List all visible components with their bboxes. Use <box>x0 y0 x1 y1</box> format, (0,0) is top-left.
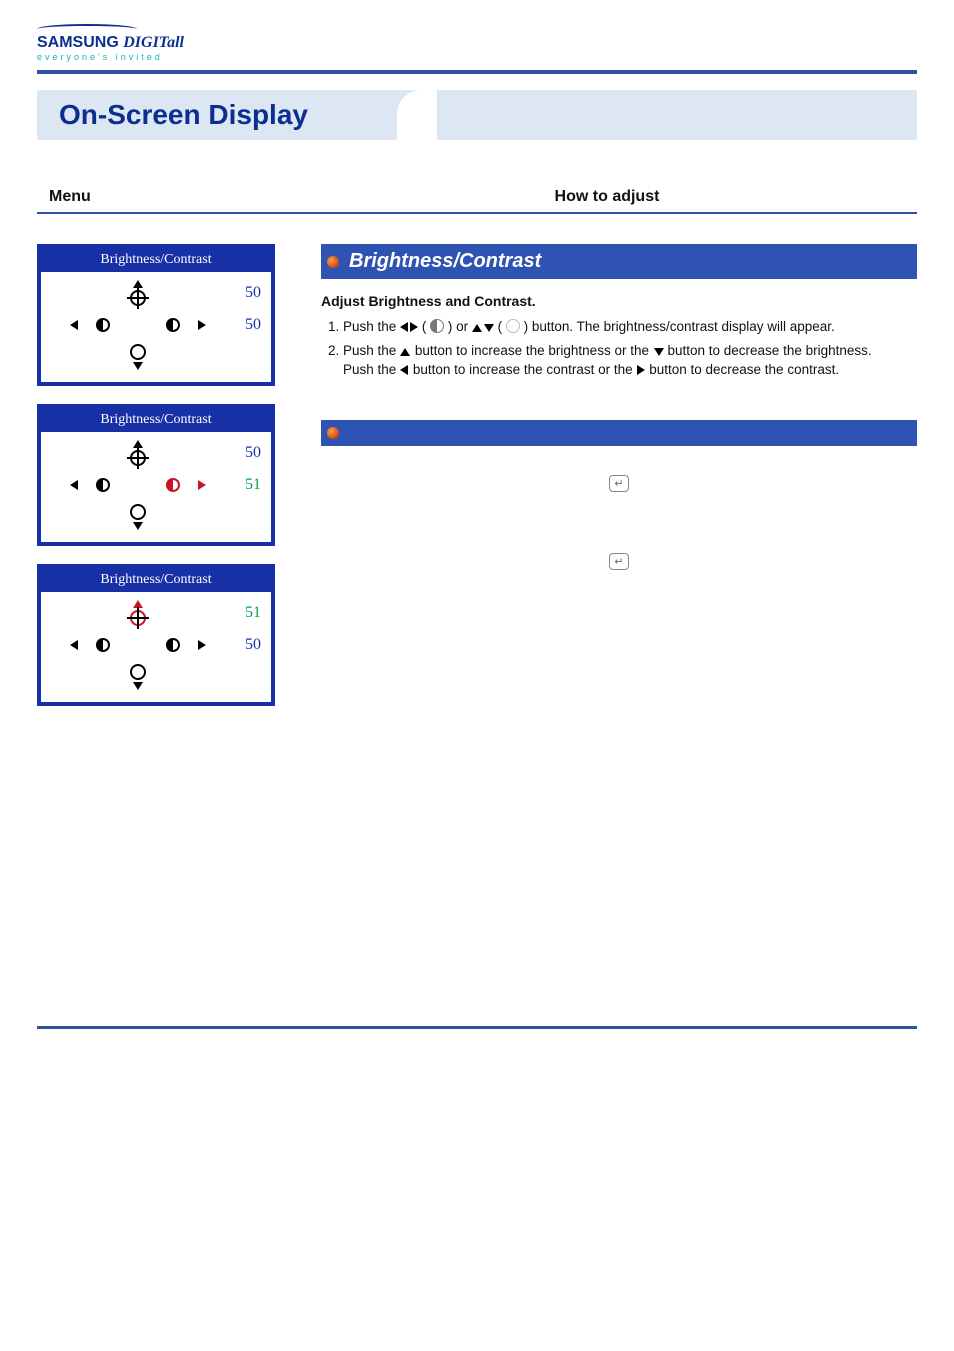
column-header-howto: How to adjust <box>297 188 917 206</box>
osd-contrast-value: 51 <box>225 476 261 494</box>
brightness-low-icon <box>130 344 146 360</box>
brightness-low-icon <box>130 664 146 680</box>
top-divider <box>37 70 917 74</box>
brand-primary: SAMSUNG <box>37 34 119 51</box>
triangle-right-icon <box>637 365 645 375</box>
contrast-right-icon <box>166 638 180 652</box>
arrow-left-icon <box>70 640 78 650</box>
contrast-right-icon <box>166 318 180 332</box>
triangle-up-icon <box>400 348 410 356</box>
arrow-left-icon <box>70 480 78 490</box>
brand-logo: SAMSUNG DIGITall everyone's invited <box>37 20 917 62</box>
section-subtitle: Adjust Brightness and Contrast. <box>321 293 917 309</box>
brand-tagline: everyone's invited <box>37 52 917 62</box>
contrast-right-icon <box>166 478 180 492</box>
osd-title: Brightness/Contrast <box>41 568 271 592</box>
contrast-left-icon <box>96 638 110 652</box>
column-header-menu: Menu <box>37 188 297 206</box>
section-heading: Brightness/Contrast <box>321 244 917 279</box>
brand-swoosh-icon <box>37 20 137 34</box>
triangle-left-icon <box>400 365 408 375</box>
triangle-up-icon <box>472 324 482 332</box>
bottom-divider <box>37 1026 917 1029</box>
bullet-icon <box>327 427 339 439</box>
instruction-steps: Push the ( ) or ( ) button. The brightne… <box>321 317 917 380</box>
osd-brightness-value: 50 <box>225 444 261 462</box>
instruction-step-1: Push the ( ) or ( ) button. The brightne… <box>343 317 917 337</box>
arrow-right-icon <box>198 480 206 490</box>
column-headers: Menu How to adjust <box>37 188 917 214</box>
brightness-icon <box>130 610 146 626</box>
brand-secondary: DIGITall <box>123 34 184 51</box>
contrast-icon <box>430 319 444 333</box>
osd-brightness-value: 51 <box>225 604 261 622</box>
osd-panel-column: Brightness/Contrast 50 <box>37 244 297 706</box>
arrow-left-icon <box>70 320 78 330</box>
brightness-low-icon <box>130 504 146 520</box>
arrow-down-icon <box>133 362 143 370</box>
section-title: Brightness/Contrast <box>349 250 541 272</box>
contrast-left-icon <box>96 318 110 332</box>
osd-panel: Brightness/Contrast 50 <box>37 244 275 386</box>
triangle-left-icon <box>400 322 408 332</box>
page-title-bar: On-Screen Display <box>37 90 917 140</box>
osd-title: Brightness/Contrast <box>41 248 271 272</box>
arrow-right-icon <box>198 320 206 330</box>
brightness-icon <box>130 450 146 466</box>
osd-panel: Brightness/Contrast 51 <box>37 564 275 706</box>
arrow-down-icon <box>133 682 143 690</box>
enter-key-icon: ↵ <box>609 475 628 492</box>
triangle-right-icon <box>410 322 418 332</box>
osd-contrast-value: 50 <box>225 316 261 334</box>
arrow-down-icon <box>133 522 143 530</box>
brightness-icon <box>506 319 520 333</box>
page-title: On-Screen Display <box>37 99 308 131</box>
triangle-down-icon <box>484 324 494 332</box>
osd-brightness-value: 50 <box>225 284 261 302</box>
section-heading-blank <box>321 420 917 446</box>
osd-contrast-value: 50 <box>225 636 261 654</box>
instructions-column: Brightness/Contrast Adjust Brightness an… <box>321 244 917 706</box>
brightness-icon <box>130 290 146 306</box>
osd-panel: Brightness/Contrast 50 <box>37 404 275 546</box>
osd-title: Brightness/Contrast <box>41 408 271 432</box>
enter-key-icon: ↵ <box>609 553 628 570</box>
bullet-icon <box>327 256 339 268</box>
instruction-step-2: Push the button to increase the brightne… <box>343 341 917 380</box>
contrast-left-icon <box>96 478 110 492</box>
triangle-down-icon <box>654 348 664 356</box>
arrow-right-icon <box>198 640 206 650</box>
